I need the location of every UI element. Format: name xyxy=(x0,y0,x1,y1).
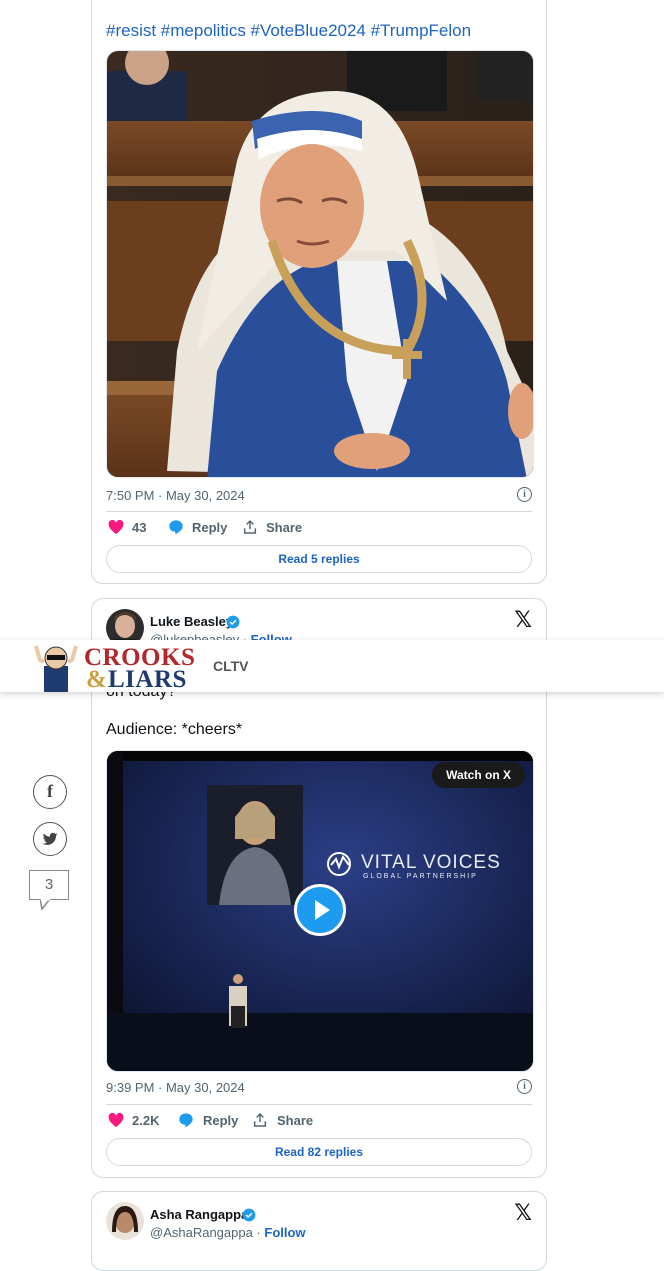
tweet-image[interactable] xyxy=(106,50,534,478)
author-name[interactable]: Asha Rangappa xyxy=(150,1207,248,1222)
avatar[interactable] xyxy=(106,1202,144,1240)
share-icon xyxy=(253,1112,267,1127)
tweet-hashtags[interactable]: #resist #mepolitics #VoteBlue2024 #Trump… xyxy=(106,21,471,41)
reply-label[interactable]: Reply xyxy=(192,518,227,538)
like-button[interactable] xyxy=(108,1111,124,1131)
info-icon[interactable]: i xyxy=(517,487,532,502)
tweet-timestamp-row: 9:39 PM · May 30, 2024 i xyxy=(106,1079,532,1095)
read-replies-button[interactable]: Read 5 replies xyxy=(106,545,532,573)
tweet-text: Audience: *cheers* xyxy=(106,721,243,738)
facebook-icon: f xyxy=(47,781,53,801)
author-handle-row: @AshaRangappa · Follow xyxy=(150,1225,306,1240)
heart-icon xyxy=(108,1112,124,1128)
info-icon[interactable]: i xyxy=(517,1079,532,1094)
logo-liars: LIARS xyxy=(108,666,187,693)
tweet-actions: 43 Reply Share xyxy=(106,518,532,538)
watch-on-x-button[interactable]: Watch on X xyxy=(432,762,525,788)
share-icon xyxy=(243,519,257,534)
comment-bubble-tail-icon xyxy=(40,899,51,911)
x-logo-icon[interactable]: 𝕏 xyxy=(514,1201,532,1226)
avatar-image xyxy=(106,1202,144,1240)
nav-item-cltv[interactable]: CLTV xyxy=(213,658,249,674)
play-icon xyxy=(315,900,330,920)
tweet-video[interactable]: VITAL VOICES GLOBAL PARTNERSHIP Watch on… xyxy=(106,750,534,1072)
facebook-share-button[interactable]: f xyxy=(33,775,67,809)
author-name[interactable]: Luke Beasley xyxy=(150,614,233,629)
heart-icon xyxy=(108,519,124,535)
like-button[interactable] xyxy=(108,518,124,538)
site-header: CROOKS & LIARS CLTV xyxy=(0,640,664,693)
video-brand-sub: GLOBAL PARTNERSHIP xyxy=(363,873,478,880)
tweet-card-1: #resist #mepolitics #VoteBlue2024 #Trump… xyxy=(91,0,547,584)
logo-amp: & xyxy=(86,666,107,693)
reply-bubble-icon xyxy=(179,1113,193,1128)
tweet-card-3: Asha Rangappa @AshaRangappa · Follow 𝕏 xyxy=(91,1191,547,1271)
site-logo[interactable]: CROOKS & LIARS xyxy=(32,644,202,693)
share-label[interactable]: Share xyxy=(277,1111,313,1131)
tweet-timestamp[interactable]: 9:39 PM · May 30, 2024 xyxy=(106,1080,245,1095)
tweet-divider xyxy=(106,1104,532,1105)
twitter-share-button[interactable] xyxy=(33,822,67,856)
like-count: 2.2K xyxy=(132,1113,160,1128)
like-count: 43 xyxy=(132,520,147,535)
share-label[interactable]: Share xyxy=(266,518,302,538)
share-button[interactable] xyxy=(252,1111,268,1131)
read-replies-button[interactable]: Read 82 replies xyxy=(106,1138,532,1166)
video-brand-main: VITAL VOICES xyxy=(361,852,501,873)
tweet-image-illustration xyxy=(107,51,533,477)
follow-link[interactable]: Follow xyxy=(264,1225,305,1240)
author-handle[interactable]: @AshaRangappa xyxy=(150,1225,253,1240)
share-button[interactable] xyxy=(242,518,258,538)
tweet-timestamp-row: 7:50 PM · May 30, 2024 i xyxy=(106,487,532,503)
vital-voices-logo-icon xyxy=(327,852,351,876)
tweet-timestamp[interactable]: 7:50 PM · May 30, 2024 xyxy=(106,488,245,503)
play-button[interactable] xyxy=(294,884,346,936)
tweet-divider xyxy=(106,511,532,512)
reply-bubble-icon xyxy=(169,520,183,535)
x-logo-icon[interactable]: 𝕏 xyxy=(514,608,532,633)
tweet-actions: 2.2K Reply Share xyxy=(106,1111,532,1131)
comment-count-bubble[interactable]: 3 xyxy=(29,870,69,900)
reply-button[interactable] xyxy=(168,518,184,538)
reply-label[interactable]: Reply xyxy=(203,1111,238,1131)
twitter-bird-icon xyxy=(42,832,58,845)
comment-count: 3 xyxy=(44,876,54,893)
reply-button[interactable] xyxy=(178,1111,194,1131)
verified-badge-icon xyxy=(226,615,240,629)
verified-badge-icon xyxy=(242,1208,256,1222)
mascot-logo-icon xyxy=(34,645,78,692)
